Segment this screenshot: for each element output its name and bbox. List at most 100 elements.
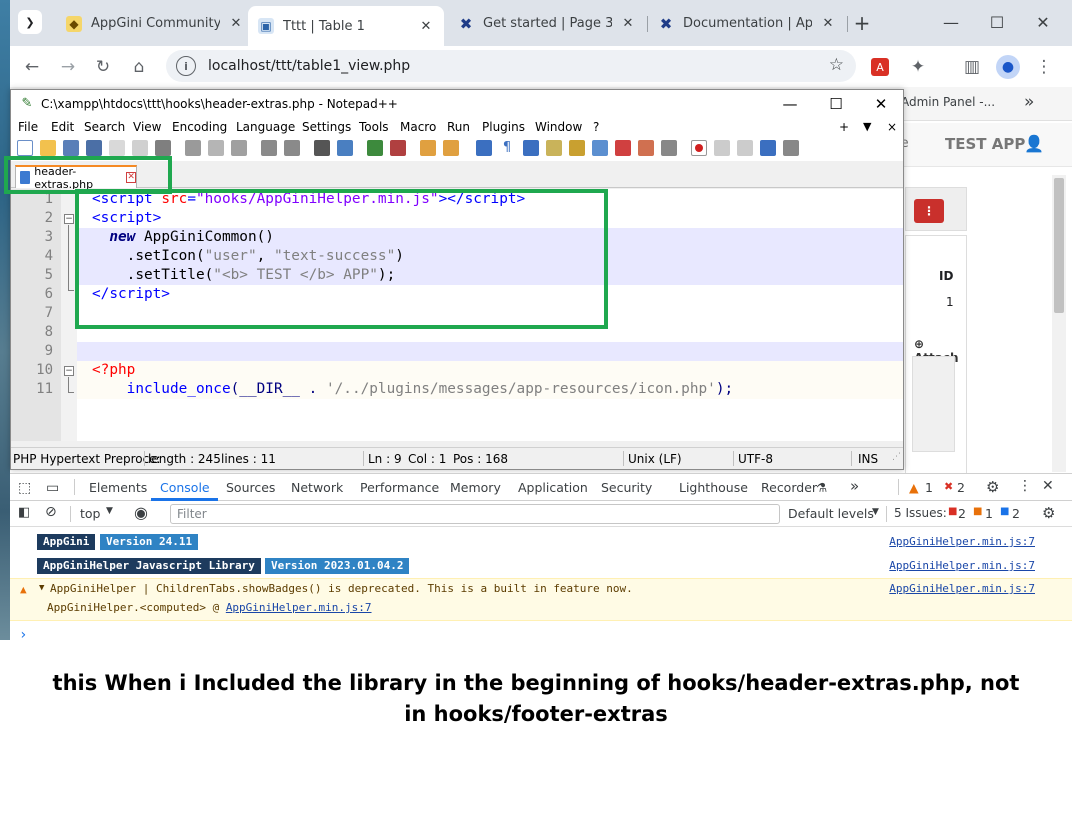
word-wrap-icon[interactable] (476, 140, 492, 156)
bookmarks-more-icon[interactable]: » (1024, 92, 1034, 112)
devtools-tab-elements[interactable]: Elements (89, 480, 147, 495)
source-link[interactable]: AppGiniHelper.min.js:7 (889, 535, 1035, 548)
source-link[interactable]: AppGiniHelper.min.js:7 (889, 559, 1035, 572)
function-list-icon[interactable] (592, 140, 608, 156)
maximize-icon[interactable]: ☐ (974, 6, 1020, 38)
issues-error-count[interactable]: 2 (958, 506, 966, 521)
devtools-tab-performance[interactable]: Performance (360, 480, 439, 495)
devtools-tab-security[interactable]: Security (601, 480, 652, 495)
save-all-icon[interactable] (86, 140, 102, 156)
npp-list-tabs-icon[interactable]: ▼ (863, 120, 871, 133)
menu-settings[interactable]: Settings (302, 120, 351, 134)
tab-search-chevron-icon[interactable]: ❯ (18, 10, 42, 34)
monitoring-icon[interactable] (638, 140, 654, 156)
new-tab-button[interactable]: + (850, 11, 874, 35)
zoom-in-icon[interactable] (367, 140, 383, 156)
replace-icon[interactable] (337, 140, 353, 156)
side-panel-icon[interactable]: ▥ (960, 55, 984, 79)
warning-count[interactable]: 1 (925, 480, 933, 495)
url-text[interactable]: localhost/ttt/table1_view.php (208, 58, 410, 74)
devtools-tab-network[interactable]: Network (291, 480, 343, 495)
device-toolbar-icon[interactable]: ▭ (46, 480, 59, 496)
menu-encoding[interactable]: Encoding (172, 120, 227, 134)
console-filter-input[interactable]: Filter (170, 504, 780, 524)
save-macro-icon[interactable] (783, 140, 799, 156)
menu-language[interactable]: Language (236, 120, 295, 134)
bookmark-star-icon[interactable]: ☆ (829, 55, 844, 75)
minimize-icon[interactable]: — (928, 6, 974, 38)
browser-tab-documentation[interactable]: ✖ Documentation | AppGi ✕ (648, 7, 846, 40)
extensions-puzzle-icon[interactable]: ✦ (906, 55, 930, 79)
back-arrow-icon[interactable]: ← (20, 55, 44, 79)
devtools-tab-sources[interactable]: Sources (226, 480, 275, 495)
play-macro-icon[interactable] (737, 140, 753, 156)
issues-warning-count[interactable]: 1 (985, 506, 993, 521)
find-icon[interactable] (314, 140, 330, 156)
devtools-tab-memory[interactable]: Memory (450, 480, 501, 495)
redo-icon[interactable] (284, 140, 300, 156)
menu-run[interactable]: Run (447, 120, 470, 134)
browser-tab-get-started[interactable]: ✖ Get started | Page 3 | Ap ✕ (448, 7, 646, 40)
record-macro-icon[interactable] (691, 140, 707, 156)
console-settings-gear-icon[interactable]: ⚙ (1042, 504, 1055, 522)
page-scrollbar-thumb[interactable] (1054, 178, 1064, 313)
devtools-settings-gear-icon[interactable]: ⚙ (986, 478, 999, 496)
source-link[interactable]: AppGiniHelper.min.js:7 (889, 582, 1035, 595)
sidebar-toggle-icon[interactable]: ◧ (18, 505, 30, 520)
devtools-tab-recorder[interactable]: Recorder (761, 480, 817, 495)
close-tab-icon[interactable]: ✕ (620, 16, 636, 31)
issues-label[interactable]: 5 Issues: (894, 506, 947, 520)
close-all-icon[interactable] (132, 140, 148, 156)
menu-macro[interactable]: Macro (400, 120, 436, 134)
menu-search[interactable]: Search (84, 120, 125, 134)
app-brand[interactable]: TEST APP (945, 135, 1025, 153)
npp-close-doc-icon[interactable]: × (887, 120, 897, 134)
close-tab-icon[interactable]: ✕ (418, 19, 434, 34)
browser-tab-appgini-community[interactable]: ◆ AppGini Community For ✕ (56, 7, 254, 40)
npp-minimize-icon[interactable]: — (767, 90, 813, 117)
context-selector[interactable]: top (80, 506, 100, 521)
cut-icon[interactable] (185, 140, 201, 156)
sync-horizontal-icon[interactable] (443, 140, 459, 156)
resize-grip-icon[interactable]: ⋰ (892, 452, 901, 462)
stack-trace-link[interactable]: AppGiniHelper.min.js:7 (226, 601, 372, 614)
devtools-tab-console[interactable]: Console (160, 480, 210, 495)
forward-arrow-icon[interactable]: → (56, 55, 80, 79)
browser-tab-ttt-table1[interactable]: ▣ Tttt | Table 1 ✕ (248, 6, 444, 46)
close-tab-icon[interactable]: ✕ (820, 16, 836, 31)
home-icon[interactable]: ⌂ (127, 55, 151, 79)
devtools-close-icon[interactable]: ✕ (1042, 478, 1054, 494)
clear-console-icon[interactable]: ⊘ (45, 504, 57, 520)
sync-vertical-icon[interactable] (420, 140, 436, 156)
expand-arrow-icon[interactable]: ▼ (39, 583, 44, 593)
close-file-icon[interactable] (109, 140, 125, 156)
context-dropdown-icon[interactable]: ▼ (106, 506, 113, 516)
menu-file[interactable]: File (18, 120, 38, 134)
log-levels-dropdown[interactable]: Default levels (788, 506, 874, 521)
npp-new-doc-icon[interactable]: + (839, 120, 849, 134)
menu-edit[interactable]: Edit (51, 120, 74, 134)
npp-close-icon[interactable]: ✕ (858, 90, 904, 117)
stop-macro-icon[interactable] (714, 140, 730, 156)
menu-window[interactable]: Window (535, 120, 582, 134)
devtools-more-tabs-icon[interactable]: » (850, 477, 859, 495)
delete-button[interactable]: ⋮ (914, 199, 944, 223)
site-info-icon[interactable]: i (176, 56, 196, 76)
udl-icon[interactable] (546, 140, 562, 156)
reload-icon[interactable]: ↻ (91, 55, 115, 79)
open-file-icon[interactable] (40, 140, 56, 156)
npp-maximize-icon[interactable]: ☐ (813, 90, 859, 117)
folder-workspace-icon[interactable] (615, 140, 631, 156)
run-macro-multiple-icon[interactable] (760, 140, 776, 156)
pdf-extension-icon[interactable]: A (871, 58, 889, 76)
menu-plugins[interactable]: Plugins (482, 120, 525, 134)
menu-tools[interactable]: Tools (359, 120, 389, 134)
show-all-chars-icon[interactable]: ¶ (499, 140, 515, 156)
devtools-tab-application[interactable]: Application (518, 480, 588, 495)
inspect-element-icon[interactable]: ⬚ (18, 480, 31, 496)
address-bar[interactable]: i localhost/ttt/table1_view.php ☆ (166, 50, 856, 82)
copy-icon[interactable] (208, 140, 224, 156)
print-icon[interactable] (155, 140, 171, 156)
menu-help[interactable]: ? (593, 120, 599, 134)
indent-guide-icon[interactable] (523, 140, 539, 156)
